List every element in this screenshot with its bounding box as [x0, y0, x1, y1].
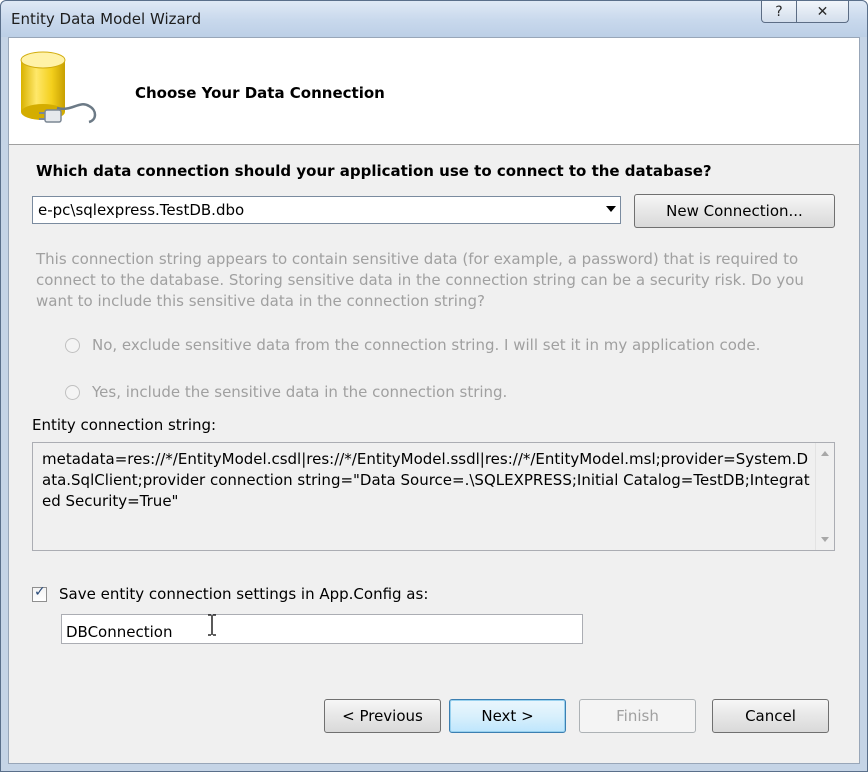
title-bar[interactable]: Entity Data Model Wizard ? ✕	[1, 1, 867, 37]
new-connection-button[interactable]: New Connection...	[634, 194, 835, 228]
wizard-client-area: Choose Your Data Connection Which data c…	[8, 37, 860, 764]
scroll-down-icon[interactable]	[821, 537, 829, 542]
save-settings-label: Save entity connection settings in App.C…	[59, 585, 429, 603]
radio-exclude-sensitive[interactable]: No, exclude sensitive data from the conn…	[65, 336, 760, 354]
save-settings-checkbox[interactable]: ✓	[32, 584, 47, 602]
close-button[interactable]: ✕	[797, 1, 849, 23]
entity-connection-string-box[interactable]: metadata=res://*/EntityModel.csdl|res://…	[32, 442, 835, 551]
finish-button[interactable]: Finish	[579, 699, 696, 733]
cancel-label: Cancel	[745, 707, 796, 725]
next-label: Next >	[481, 707, 534, 725]
database-plug-icon	[20, 51, 97, 124]
vertical-scrollbar[interactable]	[815, 443, 834, 550]
radio-include-label: Yes, include the sensitive data in the c…	[92, 383, 508, 401]
connection-name-input[interactable]	[61, 614, 583, 644]
page-title: Choose Your Data Connection	[135, 84, 385, 102]
chevron-down-icon	[606, 206, 616, 212]
finish-label: Finish	[616, 707, 659, 725]
radio-button[interactable]	[65, 384, 80, 400]
wizard-window: Entity Data Model Wizard ? ✕ Choose Your…	[0, 0, 868, 772]
new-connection-label: New Connection...	[666, 202, 803, 220]
help-icon: ?	[775, 3, 783, 20]
window-title: Entity Data Model Wizard	[11, 10, 202, 28]
next-button[interactable]: Next >	[449, 699, 566, 733]
radio-button[interactable]	[65, 337, 80, 353]
text-cursor-icon	[208, 614, 216, 636]
entity-connection-string-value: metadata=res://*/EntityModel.csdl|res://…	[42, 450, 810, 510]
radio-include-sensitive[interactable]: Yes, include the sensitive data in the c…	[65, 383, 507, 401]
previous-label: < Previous	[342, 707, 423, 725]
sensitive-data-info: This connection string appears to contai…	[36, 250, 804, 310]
checkmark-icon: ✓	[34, 584, 46, 600]
entity-connection-string-label: Entity connection string:	[32, 416, 217, 434]
close-icon: ✕	[816, 3, 829, 20]
scroll-up-icon[interactable]	[821, 451, 829, 456]
radio-exclude-label: No, exclude sensitive data from the conn…	[92, 336, 761, 354]
data-connection-dropdown[interactable]: e-pc\sqlexpress.TestDB.dbo	[32, 196, 621, 224]
previous-button[interactable]: < Previous	[324, 699, 441, 733]
help-button[interactable]: ?	[761, 1, 797, 23]
connection-question-label: Which data connection should your applic…	[36, 162, 712, 180]
wizard-header: Choose Your Data Connection	[9, 38, 859, 145]
data-connection-selected: e-pc\sqlexpress.TestDB.dbo	[38, 201, 245, 219]
cancel-button[interactable]: Cancel	[712, 699, 829, 733]
